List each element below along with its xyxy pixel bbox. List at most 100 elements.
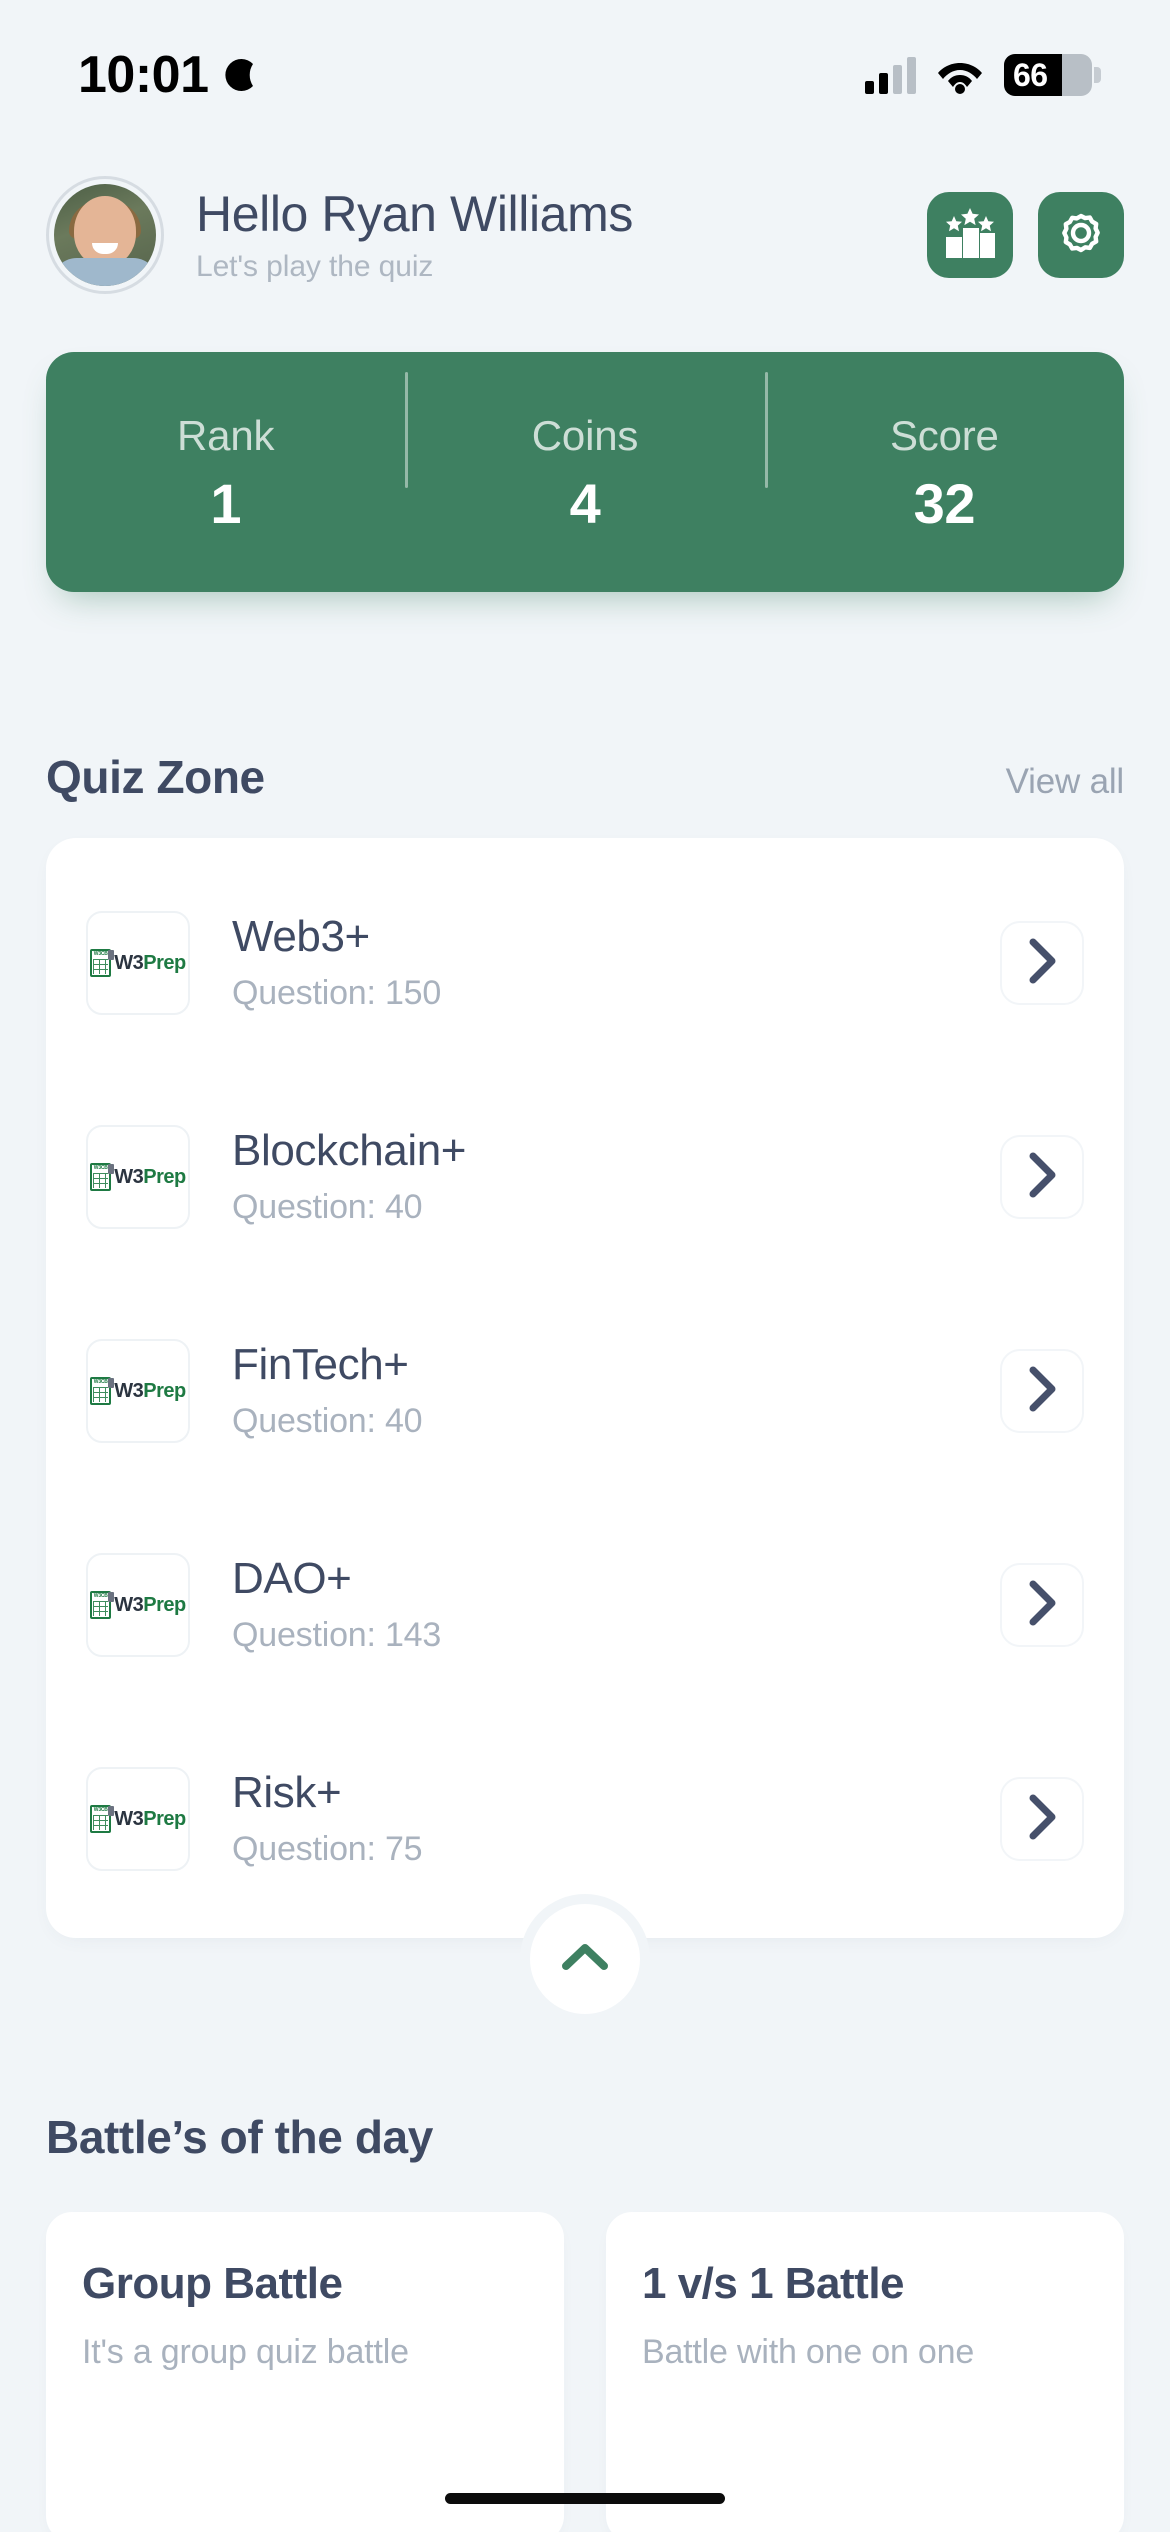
w3prep-logo-icon: W3CB W3Prep (90, 1591, 186, 1619)
status-time: 10:01 (78, 46, 209, 104)
battle-card-title: Group Battle (82, 2259, 343, 2308)
quiz-item-name: Web3+ (232, 912, 370, 962)
logo-text-sub: Prep (143, 1380, 186, 1402)
greeting-subtitle: Let's play the quiz (196, 250, 434, 283)
quiz-item-open-button[interactable] (1000, 1563, 1084, 1647)
gear-icon (1055, 207, 1107, 264)
quiz-item-open-button[interactable] (1000, 1135, 1084, 1219)
logo-text-main: W3 (114, 1594, 144, 1616)
leaderboard-podium-stars-icon (943, 206, 997, 265)
quiz-item-info: DAO+ Question: 143 (232, 1554, 1000, 1654)
greeting-block: Hello Ryan Williams Let's play the quiz (196, 186, 927, 284)
stats-card: Rank 1 Coins 4 Score 32 (46, 352, 1124, 592)
quiz-logo-thumbnail: W3CB W3Prep (86, 911, 190, 1015)
logo-text-main: W3 (114, 952, 144, 974)
quiz-item-name: Blockchain+ (232, 1126, 467, 1176)
quiz-item-question-count: Question: 143 (232, 1615, 442, 1654)
wifi-icon (936, 56, 984, 94)
quiz-zone-title: Quiz Zone (46, 751, 265, 803)
status-bar-left: 10:01 (78, 49, 263, 101)
quiz-list-item[interactable]: W3CB W3Prep Blockchain+ Question: 40 (86, 1070, 1084, 1284)
logo-badge-text: W3CB (93, 1379, 108, 1385)
page-title: Hello Ryan Williams (196, 186, 633, 242)
logo-badge-text: W3CB (93, 1165, 108, 1171)
logo-badge-text: W3CB (93, 1593, 108, 1599)
logo-text-sub: Prep (143, 1166, 186, 1188)
chevron-right-icon (1025, 1579, 1059, 1632)
battery-percent: 66 (1013, 56, 1048, 93)
stat-value: 1 (210, 472, 241, 535)
quiz-logo-thumbnail: W3CB W3Prep (86, 1339, 190, 1443)
cellular-signal-icon (865, 56, 916, 94)
w3prep-logo-icon: W3CB W3Prep (90, 1805, 186, 1833)
stat-coins: Coins 4 (405, 372, 764, 535)
quiz-item-question-count: Question: 150 (232, 973, 442, 1012)
quiz-list-card: W3CB W3Prep Web3+ Question: 150 W3CB W3P… (46, 838, 1124, 1938)
stat-rank: Rank 1 (46, 412, 405, 532)
stat-value: 4 (569, 472, 601, 535)
quiz-item-name: FinTech+ (232, 1340, 409, 1390)
quiz-list-item[interactable]: W3CB W3Prep DAO+ Question: 143 (86, 1498, 1084, 1712)
battle-card-group[interactable]: Group Battle It's a group quiz battle (46, 2212, 564, 2532)
quiz-item-info: FinTech+ Question: 40 (232, 1340, 1000, 1440)
collapse-quiz-list-button[interactable] (530, 1904, 640, 2014)
chevron-right-icon (1025, 937, 1059, 990)
quiz-item-name: DAO+ (232, 1554, 352, 1604)
logo-text-main: W3 (114, 1380, 144, 1402)
quiz-list-item[interactable]: W3CB W3Prep FinTech+ Question: 40 (86, 1284, 1084, 1498)
logo-badge-text: W3CB (93, 1807, 108, 1813)
logo-text-main: W3 (114, 1166, 144, 1188)
quiz-list-item[interactable]: W3CB W3Prep Web3+ Question: 150 (86, 856, 1084, 1070)
w3prep-logo-icon: W3CB W3Prep (90, 1163, 186, 1191)
quiz-item-question-count: Question: 40 (232, 1401, 423, 1440)
chevron-up-icon (560, 1941, 610, 1978)
quiz-item-info: Web3+ Question: 150 (232, 912, 1000, 1012)
battles-title: Battle’s of the day (46, 2111, 433, 2163)
w3prep-logo-icon: W3CB W3Prep (90, 949, 186, 977)
profile-header: Hello Ryan Williams Let's play the quiz (46, 170, 1124, 300)
stat-label: Rank (177, 412, 275, 459)
quiz-logo-thumbnail: W3CB W3Prep (86, 1553, 190, 1657)
avatar[interactable] (46, 176, 164, 294)
quiz-item-open-button[interactable] (1000, 1349, 1084, 1433)
logo-text-sub: Prep (143, 1808, 186, 1830)
status-bar-right: 66 (865, 54, 1101, 96)
battles-header: Battle’s of the day (46, 2110, 1124, 2164)
quiz-item-info: Blockchain+ Question: 40 (232, 1126, 1000, 1226)
battle-card-one-vs-one[interactable]: 1 v/s 1 Battle Battle with one on one (606, 2212, 1124, 2532)
quiz-logo-thumbnail: W3CB W3Prep (86, 1767, 190, 1871)
header-actions (927, 192, 1124, 278)
quiz-item-info: Risk+ Question: 75 (232, 1768, 1000, 1868)
home-indicator[interactable] (445, 2493, 725, 2504)
stat-label: Coins (531, 412, 639, 459)
quiz-item-question-count: Question: 75 (232, 1829, 423, 1868)
logo-text-sub: Prep (143, 952, 186, 974)
battles-row: Group Battle It's a group quiz battle 1 … (46, 2212, 1124, 2532)
status-bar: 10:01 66 (0, 0, 1170, 150)
stat-label: Score (889, 412, 999, 459)
chevron-right-icon (1025, 1151, 1059, 1204)
chevron-right-icon (1025, 1793, 1059, 1846)
avatar-image (54, 184, 156, 286)
quiz-item-open-button[interactable] (1000, 921, 1084, 1005)
leaderboard-button[interactable] (927, 192, 1013, 278)
logo-text-sub: Prep (143, 1594, 186, 1616)
moon-icon (223, 53, 263, 97)
stat-value: 32 (913, 472, 976, 535)
quiz-item-name: Risk+ (232, 1768, 342, 1818)
quiz-item-open-button[interactable] (1000, 1777, 1084, 1861)
w3prep-logo-icon: W3CB W3Prep (90, 1377, 186, 1405)
stat-score: Score 32 (764, 372, 1124, 535)
battery-icon: 66 (1004, 54, 1101, 96)
settings-button[interactable] (1038, 192, 1124, 278)
battle-card-title: 1 v/s 1 Battle (642, 2259, 905, 2308)
logo-text-main: W3 (114, 1808, 144, 1830)
quiz-logo-thumbnail: W3CB W3Prep (86, 1125, 190, 1229)
app-screen: 10:01 66 Hello Ryan Williams Let's play … (0, 0, 1170, 2532)
battle-card-description: Battle with one on one (642, 2333, 975, 2372)
quiz-item-question-count: Question: 40 (232, 1187, 423, 1226)
quiz-zone-view-all-link[interactable]: View all (1006, 762, 1125, 802)
quiz-zone-header: Quiz Zone View all (46, 750, 1124, 804)
quiz-list-item[interactable]: W3CB W3Prep Risk+ Question: 75 (86, 1712, 1084, 1926)
battle-card-description: It's a group quiz battle (82, 2333, 409, 2372)
